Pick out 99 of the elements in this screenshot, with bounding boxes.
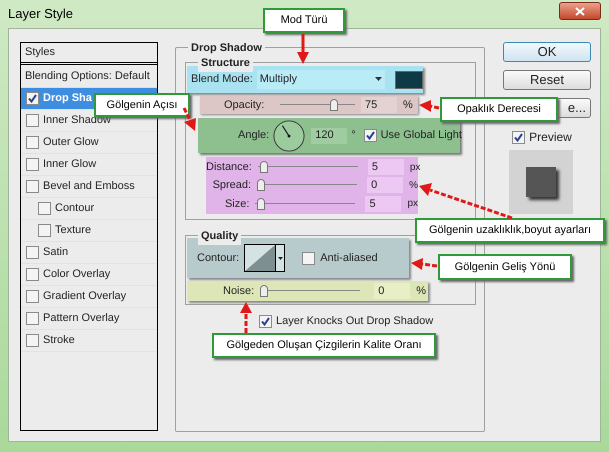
item-label: Color Overlay xyxy=(43,267,110,282)
callout-tooltip: Gölgenin uzaklıklık,boyut ayarları xyxy=(415,218,605,243)
field-label: Angle: xyxy=(238,128,270,144)
item-label: Inner Glow xyxy=(43,157,96,172)
unit-label: px xyxy=(410,160,420,175)
caret-icon xyxy=(374,77,382,81)
slider-track[interactable] xyxy=(260,285,360,297)
item-label: Gradient Overlay xyxy=(43,289,126,304)
close-icon xyxy=(575,6,585,16)
unit-label: ° xyxy=(351,128,356,144)
field-label: Distance: xyxy=(206,160,252,175)
callout-tooltip: Opaklık Derecesi xyxy=(440,97,558,122)
number-field[interactable]: 5 xyxy=(365,196,402,212)
item-label: Outer Glow xyxy=(43,135,99,150)
list-item[interactable]: Outer Glow xyxy=(21,132,157,154)
preview-square xyxy=(526,167,556,197)
angle-dial[interactable] xyxy=(273,120,306,152)
list-header: Styles xyxy=(25,45,55,60)
number-field[interactable]: 0 xyxy=(374,283,410,299)
section-title: Quality xyxy=(198,228,242,244)
checkbox[interactable] xyxy=(26,92,39,105)
item-label: Satin xyxy=(43,245,68,260)
list-item[interactable]: Texture xyxy=(21,220,157,242)
checkbox[interactable] xyxy=(38,224,51,237)
list-item[interactable]: Pattern Overlay xyxy=(21,308,157,330)
field-label: Noise: xyxy=(223,284,254,299)
item-label: Pattern Overlay xyxy=(43,311,120,326)
checkbox[interactable] xyxy=(259,314,272,328)
list-item[interactable]: Satin xyxy=(21,242,157,264)
slider-track[interactable] xyxy=(280,99,355,111)
unit-label: % xyxy=(409,178,418,193)
list-item[interactable]: Contour xyxy=(21,198,157,220)
unit-label: % xyxy=(416,284,426,299)
checkbox[interactable] xyxy=(26,180,39,193)
arrow xyxy=(182,107,196,131)
slider-track[interactable] xyxy=(255,198,356,210)
checkbox[interactable] xyxy=(26,268,39,281)
contour-picker[interactable] xyxy=(244,244,286,272)
number-field[interactable]: 0 xyxy=(367,177,404,194)
checkbox[interactable] xyxy=(26,312,39,325)
checkbox[interactable] xyxy=(26,290,39,303)
list-item[interactable]: Stroke xyxy=(21,330,157,352)
dialog-button[interactable]: Reset xyxy=(503,70,591,90)
slider-track[interactable] xyxy=(257,179,358,192)
dropdown-value: Multiply xyxy=(260,72,298,87)
callout-tooltip: Gölgenin Açısı xyxy=(94,93,190,117)
callout-tooltip: Gölgenin Geliş Yönü xyxy=(438,254,572,280)
arrow xyxy=(419,100,440,112)
list-item[interactable]: Gradient Overlay xyxy=(21,286,157,308)
field-label: Size: xyxy=(224,196,250,212)
checkbox[interactable] xyxy=(512,130,526,144)
number-field[interactable]: 120 xyxy=(311,128,348,144)
checkbox-label: Layer Knocks Out Drop Shadow xyxy=(276,314,434,329)
slider-thumb[interactable] xyxy=(260,161,268,174)
item-label: Contour xyxy=(55,201,94,216)
list-item[interactable]: Inner Glow xyxy=(21,154,157,176)
caret-icon xyxy=(278,256,283,260)
checkbox[interactable] xyxy=(26,158,39,171)
checkbox[interactable] xyxy=(26,136,39,149)
dialog-button[interactable]: OK xyxy=(503,42,591,62)
slider-track[interactable] xyxy=(258,161,358,174)
item-label: Drop Sha xyxy=(43,91,92,106)
close-button[interactable] xyxy=(559,2,601,20)
field-label: Contour: xyxy=(197,250,240,266)
checkbox[interactable] xyxy=(26,246,39,259)
color-swatch[interactable] xyxy=(394,70,423,88)
unit-label: % xyxy=(403,98,413,113)
checkbox[interactable] xyxy=(364,129,377,142)
section-title: Structure xyxy=(198,55,253,72)
arrow xyxy=(297,34,309,64)
slider-thumb[interactable] xyxy=(257,179,266,192)
blend-mode-dropdown[interactable]: Multiply xyxy=(256,70,385,90)
item-label: Bevel and Emboss xyxy=(43,179,135,194)
checkbox-label: Preview xyxy=(529,129,572,146)
callout-tooltip: Mod Türü xyxy=(263,8,345,33)
unit-label: px xyxy=(407,197,418,212)
number-field[interactable]: 75 xyxy=(361,97,397,113)
section-title: Drop Shadow xyxy=(188,40,265,56)
field-label: Spread: xyxy=(212,178,252,194)
callout-tooltip: Gölgeden Oluşan Çizgilerin Kalite Oranı xyxy=(212,333,436,358)
number-field[interactable]: 5 xyxy=(368,159,404,176)
checkbox[interactable] xyxy=(38,202,51,215)
slider-thumb[interactable] xyxy=(330,99,338,111)
slider-thumb[interactable] xyxy=(257,198,266,210)
checkbox-label: Use Global Light xyxy=(380,128,462,144)
checkbox[interactable] xyxy=(302,252,316,264)
field-label: Blend Mode: xyxy=(191,72,253,88)
field-label: Opacity: xyxy=(224,98,266,113)
arrow xyxy=(411,258,438,270)
list-item[interactable]: Color Overlay xyxy=(21,264,157,286)
list-item[interactable]: Bevel and Emboss xyxy=(21,176,157,198)
item-label: Stroke xyxy=(43,333,75,348)
item-label: Texture xyxy=(55,223,92,238)
checkbox[interactable] xyxy=(26,334,39,347)
arrow xyxy=(240,302,252,333)
slider-thumb[interactable] xyxy=(260,285,268,297)
window-title: Layer Style xyxy=(8,5,74,24)
checkbox[interactable] xyxy=(26,114,39,127)
checkbox-label: Anti-aliased xyxy=(320,250,378,266)
